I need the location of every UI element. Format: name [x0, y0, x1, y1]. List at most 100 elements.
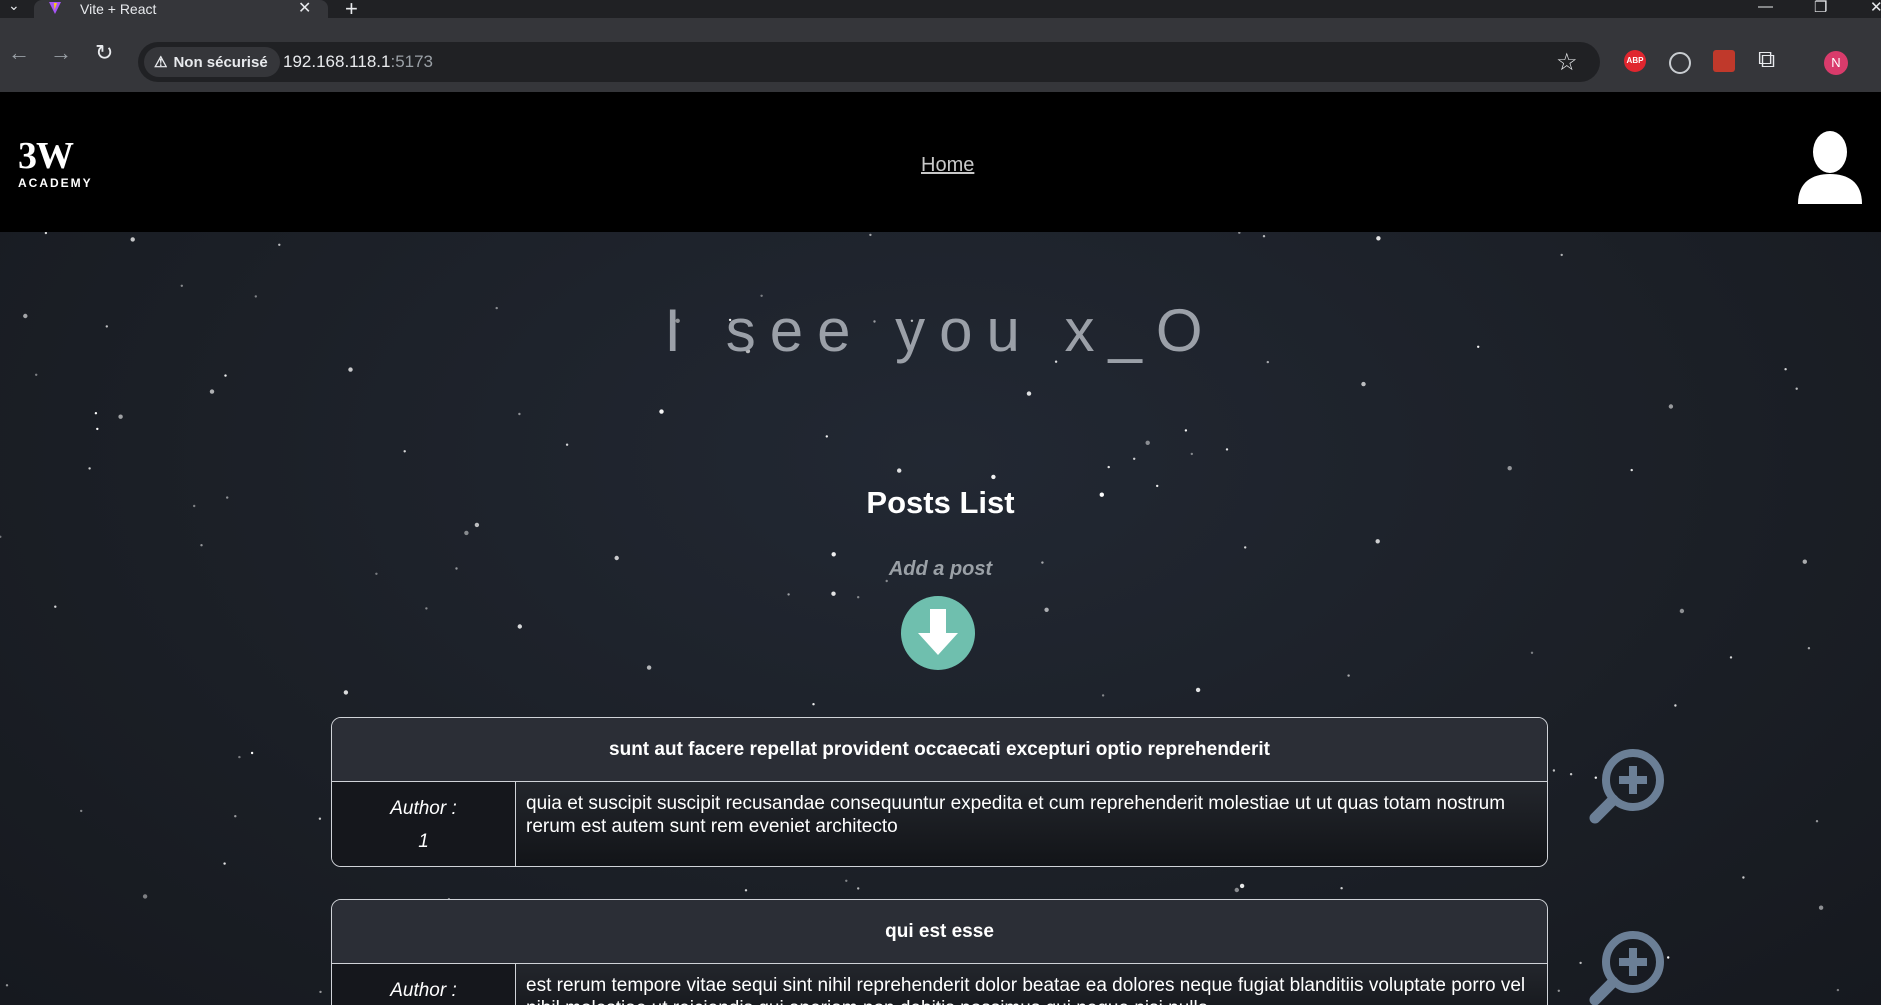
address-bar[interactable]: ⚠ Non sécurisé 192.168.118.1:5173 ☆	[138, 42, 1600, 82]
star	[1784, 368, 1787, 371]
star	[857, 596, 860, 599]
post-card: sunt aut facere repellat provident occae…	[331, 717, 1548, 867]
star	[1195, 687, 1201, 693]
extensions-puzzle-icon[interactable]: ⧉	[1758, 46, 1775, 74]
star	[1795, 387, 1798, 390]
zoom-in-magnifier-icon[interactable]	[1587, 746, 1667, 826]
star	[845, 879, 848, 882]
star	[278, 243, 281, 246]
star	[5, 984, 9, 987]
star	[44, 231, 48, 235]
star	[565, 443, 569, 446]
star	[1818, 905, 1824, 910]
add-post-label: Add a post	[888, 558, 993, 580]
star	[1340, 887, 1343, 890]
browser-tab[interactable]: Vite + React ✕	[34, 0, 328, 18]
warning-icon: ⚠	[154, 54, 168, 71]
star	[1044, 607, 1049, 612]
star	[831, 552, 836, 557]
nav-home-link[interactable]: Home	[921, 154, 974, 177]
post-title: qui est esse	[332, 900, 1547, 964]
star	[517, 624, 522, 629]
star	[209, 389, 215, 394]
star	[1133, 457, 1136, 460]
post-body: quia et suscipit suscipit recusandae con…	[516, 782, 1547, 866]
star	[238, 755, 241, 759]
star	[831, 591, 836, 596]
post-author: Author :	[332, 964, 516, 1005]
browser-toolbar: ← → ↻ ⚠ Non sécurisé 192.168.118.1:5173 …	[0, 18, 1881, 92]
post-row: Author : 1 quia et suscipit suscipit rec…	[332, 782, 1547, 866]
back-icon[interactable]: ←	[8, 40, 30, 66]
adblock-extension-icon[interactable]: ABP	[1624, 50, 1646, 72]
star	[1807, 647, 1811, 650]
star	[1376, 236, 1381, 241]
logo-subtitle: ACADEMY	[18, 176, 93, 190]
red-extension-icon[interactable]	[1713, 50, 1735, 72]
star	[1667, 956, 1670, 959]
star	[1630, 468, 1633, 472]
star	[659, 409, 664, 414]
url-text[interactable]: 192.168.118.1:5173	[283, 52, 433, 72]
post-card: qui est esse Author : est rerum tempore …	[331, 899, 1548, 1005]
star	[1244, 546, 1247, 549]
star	[35, 373, 38, 376]
star	[1815, 820, 1819, 823]
post-author: Author : 1	[332, 782, 516, 866]
browser-menu-icon[interactable]: ⋮	[1872, 44, 1881, 70]
page-viewport: 3W ACADEMY Home I see you x_O Posts List…	[0, 92, 1881, 1005]
site-logo[interactable]: 3W ACADEMY	[18, 135, 93, 190]
star	[1674, 704, 1677, 707]
post-author-id: 1	[418, 831, 429, 852]
refresh-extension-icon[interactable]	[1669, 52, 1691, 74]
tab-search-chevron-icon[interactable]: ⌄	[8, 0, 20, 14]
star	[80, 809, 83, 813]
restore-icon[interactable]: ❐	[1814, 0, 1827, 16]
star	[1679, 608, 1685, 614]
site-header: 3W ACADEMY Home	[0, 92, 1881, 232]
post-row: Author : est rerum tempore vitae sequi s…	[332, 964, 1547, 1005]
logo-mark: 3W	[18, 135, 74, 177]
star	[343, 690, 349, 695]
minimize-icon[interactable]: —	[1758, 0, 1773, 15]
post-title: sunt aut facere repellat provident occae…	[332, 718, 1547, 782]
forward-icon[interactable]: →	[50, 40, 72, 66]
bookmark-star-icon[interactable]: ☆	[1556, 48, 1578, 77]
security-chip[interactable]: ⚠ Non sécurisé	[144, 47, 280, 77]
star	[1361, 381, 1366, 387]
star	[518, 412, 521, 416]
star	[1239, 883, 1245, 889]
star	[1557, 989, 1561, 992]
star	[1234, 887, 1240, 893]
star	[744, 889, 748, 892]
star	[1836, 988, 1840, 992]
star	[250, 751, 254, 755]
star	[1560, 253, 1563, 257]
star	[54, 605, 57, 608]
star	[142, 894, 148, 899]
star	[1145, 440, 1150, 445]
star	[224, 374, 227, 377]
tab-close-icon[interactable]: ✕	[298, 0, 311, 18]
star	[991, 474, 996, 480]
star	[234, 815, 237, 818]
zoom-in-magnifier-icon[interactable]	[1587, 928, 1667, 1005]
star	[200, 544, 203, 547]
profile-avatar[interactable]: N	[1824, 51, 1848, 75]
star	[94, 412, 98, 415]
star	[857, 887, 860, 890]
window-close-icon[interactable]: ✕	[1870, 0, 1881, 16]
star	[1375, 539, 1380, 544]
reload-icon[interactable]: ↻	[95, 40, 113, 66]
star	[1190, 452, 1194, 456]
user-avatar-icon[interactable]	[1796, 130, 1864, 204]
star	[1184, 429, 1188, 432]
star	[825, 435, 828, 438]
star	[1107, 465, 1110, 469]
vite-logo-icon	[49, 2, 61, 14]
star	[319, 990, 322, 994]
star	[118, 414, 123, 419]
star	[1101, 694, 1105, 697]
star	[1347, 674, 1350, 677]
add-post-arrow-down-button[interactable]	[900, 595, 976, 671]
